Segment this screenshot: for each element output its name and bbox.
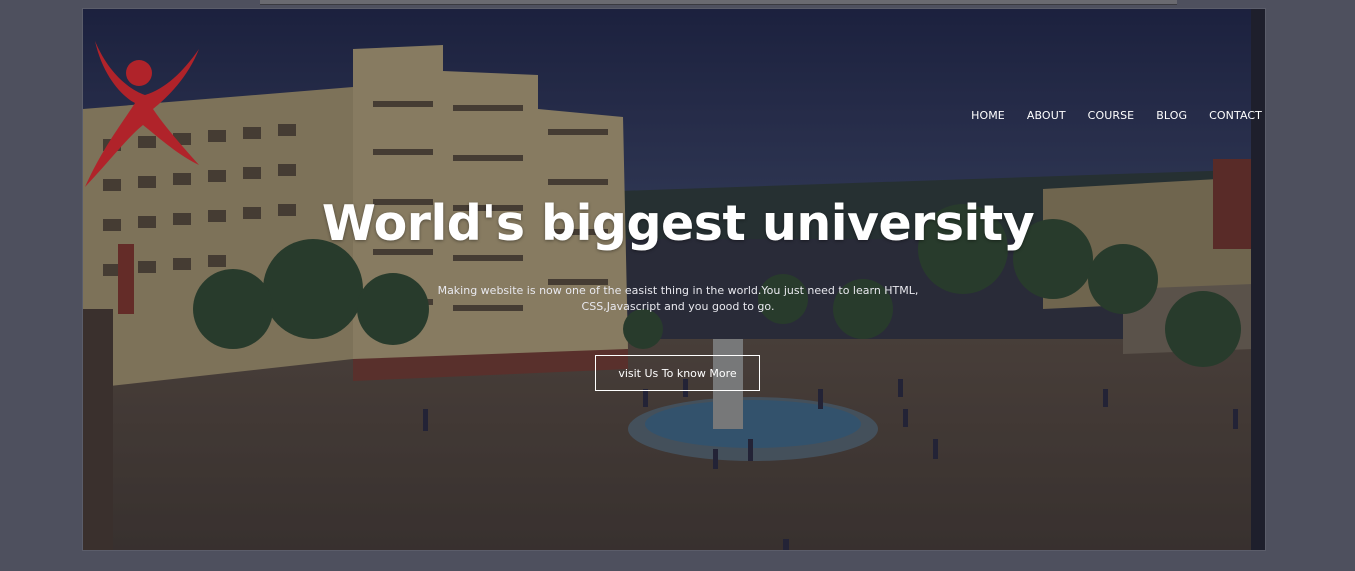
nav-about[interactable]: ABOUT (1027, 109, 1066, 122)
visit-us-button[interactable]: visit Us To know More (595, 355, 760, 391)
nav-contact[interactable]: CONTACT (1209, 109, 1262, 122)
hero-headline: World's biggest university (321, 195, 1035, 252)
nav-home[interactable]: HOME (971, 109, 1005, 122)
hero-subtext: Making website is now one of the easist … (437, 284, 919, 313)
hero-section: HOME ABOUT COURSE BLOG CONTACT World's b… (82, 8, 1266, 551)
main-nav: HOME ABOUT COURSE BLOG CONTACT (971, 109, 1262, 122)
nav-course[interactable]: COURSE (1088, 109, 1135, 122)
browser-address-bar-edge (260, 0, 1177, 5)
person-jumping-logo-icon[interactable] (83, 37, 203, 197)
dark-overlay (83, 9, 1265, 550)
scroll-edge (1251, 9, 1265, 550)
nav-blog[interactable]: BLOG (1156, 109, 1187, 122)
